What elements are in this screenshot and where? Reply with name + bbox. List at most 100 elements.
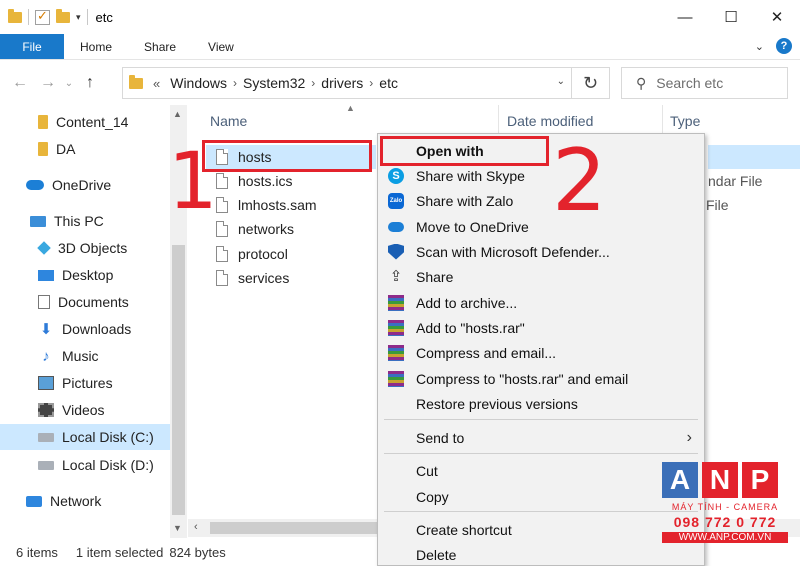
nav-item-label: Content_14 [56,114,129,130]
scroll-down-icon[interactable]: ▼ [173,523,182,533]
nav-item-downloads[interactable]: ⬇ Downloads [0,316,170,342]
watermark-url: WWW.ANP.COM.VN [662,532,788,543]
menu-item-create-shortcut[interactable]: Create shortcut [378,517,704,542]
nav-item-local-disk-d[interactable]: Local Disk (D:) [0,452,170,478]
chevron-right-icon[interactable]: › [311,76,315,90]
search-input[interactable]: ⚲ Search etc [621,67,788,99]
column-header-name[interactable]: Name [210,105,247,137]
breadcrumb-drivers[interactable]: drivers [321,75,363,91]
nav-item-onedrive[interactable]: OneDrive [0,172,170,198]
new-folder-icon[interactable] [56,8,70,23]
menu-item-cut[interactable]: Cut [378,458,704,483]
menu-divider [384,511,698,512]
menu-item-restore-versions[interactable]: Restore previous versions [378,391,704,416]
menu-item-scan-defender[interactable]: Scan with Microsoft Defender... [378,239,704,264]
nav-item-videos[interactable]: Videos [0,397,170,423]
up-arrow-icon[interactable]: ↑ [76,74,104,92]
breadcrumb-windows[interactable]: Windows [170,75,227,91]
address-bar[interactable]: « Windows › System32 › drivers › etc ⌄ ↻ [122,67,610,99]
nav-item-documents[interactable]: Documents [0,289,170,315]
maximize-icon[interactable]: ☐ [708,0,754,34]
menu-item-copy[interactable]: Copy [378,484,704,509]
scroll-up-icon[interactable]: ▲ [173,109,182,119]
search-icon: ⚲ [636,74,647,91]
nav-item-label: Network [50,493,102,509]
file-row-services[interactable]: services [206,266,376,290]
menu-item-label: Compress to "hosts.rar" and email [416,370,629,387]
quick-access-toolbar: ▾ [0,8,88,25]
menu-item-share-zalo[interactable]: Zalo Share with Zalo [378,188,704,213]
expand-ribbon-icon[interactable]: ⌄ [755,40,764,53]
menu-item-label: Move to OneDrive [416,218,529,235]
help-icon[interactable]: ? [776,38,792,54]
file-name: services [238,270,290,286]
highlight-box-hosts [202,140,372,172]
step-number-1: 1 [168,137,218,227]
file-row-protocol[interactable]: protocol [206,242,376,266]
file-icon [216,173,228,189]
winrar-icon [388,344,404,361]
nav-item-desktop[interactable]: Desktop [0,262,170,288]
nav-item-label: Local Disk (D:) [62,457,154,473]
tab-home[interactable]: Home [64,34,128,59]
nav-scrollbar-thumb[interactable] [172,245,185,515]
selected-row-highlight [708,145,800,169]
address-dropdown-icon[interactable]: ⌄ [557,76,565,87]
minimize-icon[interactable]: — [662,0,708,34]
properties-icon[interactable] [35,8,50,25]
menu-item-label: Delete [416,546,457,563]
defender-icon [388,243,404,260]
breadcrumb-system32[interactable]: System32 [243,75,305,91]
menu-item-send-to[interactable]: Send to › [378,425,704,450]
winrar-icon [388,370,404,387]
watermark-letter: A [662,462,698,498]
menu-item-label: Share with Skype [416,167,525,184]
nav-item-pictures[interactable]: Pictures [0,370,170,396]
sort-arrow-icon: ▲ [346,103,355,113]
nav-item-music[interactable]: ♪ Music [0,343,170,369]
menu-item-share-skype[interactable]: S Share with Skype [378,163,704,188]
search-placeholder: Search etc [656,75,724,91]
tab-share[interactable]: Share [128,34,192,59]
menu-item-share[interactable]: ⇪ Share [378,264,704,289]
window-controls: — ☐ ✕ [662,0,800,34]
ribbon-tabs: File Home Share View ⌄ ? [0,34,800,60]
nav-item-this-pc[interactable]: This PC [0,208,170,234]
back-arrow-icon[interactable]: ← [6,74,34,92]
nav-item-content-14[interactable]: Content_14 [0,109,170,135]
forward-arrow-icon[interactable]: → [34,74,62,92]
blank-icon [388,430,404,446]
menu-item-compress-email[interactable]: Compress and email... [378,340,704,365]
nav-item-local-disk-c[interactable]: Local Disk (C:) [0,424,170,450]
menu-item-label: Add to "hosts.rar" [416,319,525,336]
file-row-hosts-ics[interactable]: hosts.ics [206,169,376,193]
nav-item-3d-objects[interactable]: 3D Objects [0,235,170,261]
menu-item-add-hosts-rar[interactable]: Add to "hosts.rar" [378,315,704,340]
close-icon[interactable]: ✕ [754,0,800,34]
menu-item-compress-hosts-email[interactable]: Compress to "hosts.rar" and email [378,366,704,391]
menu-item-add-archive[interactable]: Add to archive... [378,290,704,315]
refresh-icon[interactable]: ↻ [571,68,609,98]
nav-item-network[interactable]: Network [0,488,170,514]
tab-file[interactable]: File [0,34,64,59]
scroll-left-icon[interactable]: ‹ [194,521,198,533]
navigation-pane: Content_14 DA OneDrive This PC 3D Object… [0,105,188,538]
winrar-icon [388,319,404,336]
watermark-logo: A N P MÁY TÍNH - CAMERA 098 772 0 772 WW… [662,462,788,552]
file-row-networks[interactable]: networks [206,217,376,241]
nav-item-label: Pictures [62,375,113,391]
menu-item-delete[interactable]: Delete [378,542,704,566]
customize-dropdown-icon[interactable]: ▾ [76,12,81,23]
step-number-2: 2 [552,131,607,231]
nav-item-da[interactable]: DA [0,136,170,162]
chevron-right-icon[interactable]: › [369,76,373,90]
tab-view[interactable]: View [192,34,250,59]
horizontal-scrollbar-thumb[interactable] [210,522,380,534]
breadcrumb-etc[interactable]: etc [379,75,398,91]
menu-item-move-onedrive[interactable]: Move to OneDrive [378,214,704,239]
watermark-phone: 098 772 0 772 [673,514,777,530]
blank-icon [388,522,404,538]
file-row-lmhosts-sam[interactable]: lmhosts.sam [206,193,376,217]
recent-locations-icon[interactable]: ⌄ [62,78,76,89]
chevron-right-icon[interactable]: › [233,76,237,90]
